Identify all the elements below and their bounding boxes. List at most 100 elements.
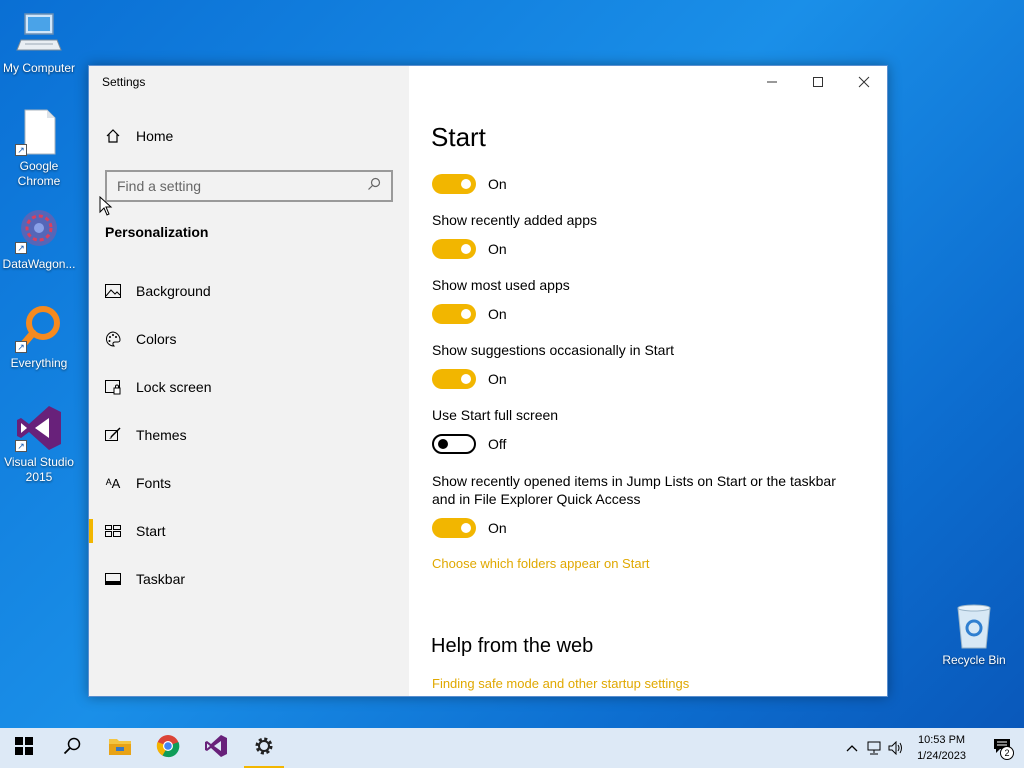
setting-label: Use Start full screen	[432, 407, 559, 423]
clock-date: 1/24/2023	[917, 750, 966, 762]
desktop-icon-visual-studio[interactable]: ↗ Visual Studio 2015	[0, 404, 78, 485]
window-title: Settings	[102, 75, 146, 89]
setting-toggle-row: On	[432, 304, 507, 324]
sidebar-item-label: Colors	[136, 331, 177, 347]
taskbar-file-explorer[interactable]	[96, 728, 144, 768]
setting-label: Show suggestions occasionally in Start	[432, 342, 675, 358]
datawagon-icon: ↗	[15, 206, 63, 254]
setting-toggle-row: On	[432, 239, 507, 259]
sidebar-item-fonts[interactable]: ᴬA Fonts	[89, 459, 409, 507]
system-tray: 10:53 PM 1/24/2023 2	[841, 728, 1024, 768]
setting-toggle-row: Off	[432, 434, 506, 454]
sidebar-item-themes[interactable]: Themes	[89, 411, 409, 459]
desktop-icon-recycle-bin[interactable]: Recycle Bin	[924, 602, 1024, 668]
home-icon	[105, 128, 121, 144]
sidebar-item-colors[interactable]: Colors	[89, 315, 409, 363]
toggle-switch[interactable]	[432, 174, 476, 194]
taskbar-search-button[interactable]	[48, 728, 96, 768]
desktop-icon-everything[interactable]: ↗ Everything	[0, 305, 78, 371]
start-button[interactable]	[0, 728, 48, 768]
sidebar-item-label: Taskbar	[136, 571, 186, 587]
toggle-state: On	[488, 371, 507, 387]
sidebar-item-label: Themes	[136, 427, 187, 443]
sidebar-item-label: Start	[136, 523, 166, 539]
section-heading: Personalization	[105, 224, 209, 240]
computer-icon	[15, 10, 63, 58]
desktop-icon-label: Google Chrome	[17, 159, 61, 188]
setting-toggle-row: On	[432, 518, 507, 538]
minimize-button[interactable]	[749, 66, 795, 98]
search-icon[interactable]	[367, 177, 381, 196]
sidebar-home[interactable]: Home	[105, 128, 173, 144]
desktop-icon-label: DataWagon...	[2, 257, 76, 271]
everything-search-icon: ↗	[15, 305, 63, 353]
toggle-state: On	[488, 241, 507, 257]
desktop-icon-datawagon[interactable]: ↗ DataWagon...	[0, 206, 78, 272]
toggle-switch[interactable]	[432, 518, 476, 538]
desktop-icon-label: My Computer	[2, 61, 76, 75]
desktop-icon-label: Everything	[10, 356, 68, 370]
settings-gear-icon	[253, 735, 275, 762]
desktop-icon-my-computer[interactable]: My Computer	[0, 10, 78, 76]
chrome-icon	[156, 734, 180, 763]
sidebar-nav: Background Colors Lock screen Themes ᴬA …	[89, 267, 409, 603]
sidebar-item-taskbar[interactable]: Taskbar	[89, 555, 409, 603]
themes-brush-icon	[105, 427, 121, 443]
fonts-icon: ᴬA	[105, 475, 121, 491]
palette-icon	[105, 331, 121, 347]
clock[interactable]: 10:53 PM 1/24/2023	[917, 732, 966, 764]
setting-toggle-row: On	[432, 174, 507, 194]
visual-studio-icon: ↗	[15, 404, 63, 452]
toggle-switch[interactable]	[432, 434, 476, 454]
find-setting-box[interactable]	[105, 170, 393, 202]
action-center-button[interactable]: 2	[980, 728, 1024, 768]
desktop-icon-label: Recycle Bin	[942, 653, 1006, 667]
start-icon	[15, 736, 33, 760]
taskbar-visual-studio[interactable]	[192, 728, 240, 768]
desktop-icon-google-chrome[interactable]: ↗ Google Chrome	[0, 108, 78, 189]
sidebar-item-start[interactable]: Start	[89, 507, 409, 555]
close-button[interactable]	[841, 66, 887, 98]
clock-time: 10:53 PM	[917, 734, 966, 746]
toggle-state: On	[488, 520, 507, 536]
sidebar-home-label: Home	[136, 128, 174, 144]
picture-icon	[105, 283, 121, 299]
taskbar-chrome[interactable]	[144, 728, 192, 768]
network-icon[interactable]	[863, 728, 885, 768]
sidebar-item-lock-screen[interactable]: Lock screen	[89, 363, 409, 411]
visual-studio-icon	[204, 734, 228, 763]
toggle-switch[interactable]	[432, 369, 476, 389]
taskbar: 10:53 PM 1/24/2023 2	[0, 728, 1024, 768]
sidebar-item-label: Background	[136, 283, 211, 299]
setting-toggle-row: On	[432, 369, 507, 389]
taskbar-icon	[105, 571, 121, 587]
window-controls	[749, 66, 887, 98]
page-title: Start	[431, 122, 486, 152]
toggle-state: On	[488, 306, 507, 322]
setting-label: Show recently opened items in Jump Lists…	[432, 473, 836, 507]
tray-overflow-chevron-icon[interactable]	[841, 728, 863, 768]
settings-window: Settings Home Personalization Background	[88, 65, 888, 697]
toggle-switch[interactable]	[432, 304, 476, 324]
choose-folders-link[interactable]: Choose which folders appear on Start	[432, 556, 650, 571]
toggle-state: Off	[488, 436, 507, 452]
recycle-bin-icon	[950, 602, 998, 650]
help-heading: Help from the web	[431, 635, 594, 657]
toggle-switch[interactable]	[432, 239, 476, 259]
toggle-state: On	[488, 176, 507, 192]
settings-sidebar: Settings Home Personalization Background	[89, 66, 409, 696]
file-explorer-icon	[108, 736, 132, 761]
maximize-button[interactable]	[795, 66, 841, 98]
sidebar-item-background[interactable]: Background	[89, 267, 409, 315]
notification-badge: 2	[1000, 746, 1014, 760]
taskbar-settings[interactable]	[240, 728, 288, 768]
sidebar-item-label: Lock screen	[136, 379, 212, 395]
mouse-cursor-icon	[99, 195, 113, 221]
lock-screen-icon	[105, 379, 121, 395]
help-link[interactable]: Finding safe mode and other startup sett…	[432, 676, 689, 691]
search-input[interactable]	[117, 178, 367, 194]
setting-label: Show recently added apps	[432, 212, 597, 228]
search-icon	[63, 737, 81, 760]
volume-icon[interactable]	[885, 728, 907, 768]
document-shortcut-icon: ↗	[15, 108, 63, 156]
